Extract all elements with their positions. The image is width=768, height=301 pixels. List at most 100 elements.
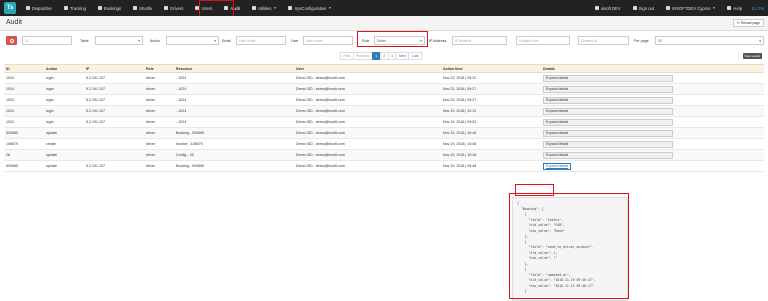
cell-resource: - 1024: [176, 76, 187, 80]
reload-page-button[interactable]: ↻ Reload page: [732, 19, 764, 27]
app-logo[interactable]: Ts: [4, 2, 16, 14]
user-filter-input[interactable]: User name: [303, 36, 353, 45]
cell-role: driver: [146, 142, 155, 146]
hide-results-button[interactable]: hide results: [742, 53, 762, 59]
user-icon: [594, 6, 599, 10]
chevron-down-icon: ▾: [138, 38, 140, 43]
expand-details-button[interactable]: Expand details: [543, 151, 673, 159]
created-from-input[interactable]: Created from: [516, 36, 570, 45]
col-header-action[interactable]: Action: [44, 65, 84, 72]
nav-item-bookings[interactable]: Bookings: [92, 0, 127, 16]
chevron-down-icon: ▾: [759, 38, 761, 43]
nav-item-utilities[interactable]: Utilities ▼: [246, 0, 282, 16]
table-row: 1024 login 5.2.191.107 driver - 1024 Demo ISD…: [4, 84, 764, 95]
created-to-input[interactable]: Created to: [578, 36, 629, 45]
cell-id: 1024: [6, 98, 14, 102]
bus-icon: [133, 6, 138, 10]
expand-details-button[interactable]: Expand details: [543, 118, 673, 126]
cell-user: Demo ISD - demo@insoft.com: [296, 142, 345, 146]
pagination-first[interactable]: First: [340, 52, 354, 60]
cell-time: Nov 19, 2018 | 10:46: [443, 153, 477, 157]
cell-action: login: [46, 120, 54, 124]
nav-sign-out[interactable]: Sign out: [627, 0, 660, 16]
nav-item-tracking[interactable]: Tracking: [58, 0, 92, 16]
cell-details: Expand details: [541, 150, 764, 160]
per-page-select[interactable]: 20 ▾: [655, 36, 764, 45]
col-header-ip[interactable]: IP: [84, 65, 144, 72]
cell-id: 1024: [6, 87, 14, 91]
cell-details: Expand details: [541, 161, 764, 171]
col-header-action-time[interactable]: Action time: [441, 65, 541, 72]
cell-ip: [84, 128, 144, 138]
per-page-label: Per page: [634, 38, 649, 43]
cell-role: driver: [146, 76, 155, 80]
cell-ip: 5.2.191.107: [86, 120, 105, 124]
cell-role: driver: [146, 164, 155, 168]
monitor-icon: [26, 6, 30, 10]
cell-action: update: [46, 131, 57, 135]
cell-user: Demo ISD - demo@insoft.com: [296, 87, 345, 91]
col-header-resource[interactable]: Resource: [174, 65, 294, 72]
nav-item-shuttle[interactable]: Shuttle: [127, 0, 158, 16]
expand-details-button[interactable]: Expand details: [543, 129, 673, 137]
id-filter-input[interactable]: ID: [22, 36, 72, 45]
cell-user: Demo ISD - demo@insoft.com: [296, 109, 345, 113]
table-row: 26 update driver Config - 26 Demo ISD - demo…: [4, 150, 764, 161]
help-icon: [727, 6, 732, 10]
expand-details-button[interactable]: Expand details: [543, 96, 673, 104]
nav-user-profile[interactable]: insoft DEV: [589, 0, 627, 16]
email-filter-input[interactable]: User email: [236, 36, 286, 45]
language-switch[interactable]: EL EN: [748, 6, 768, 11]
cell-ip: 5.2.191.107: [86, 98, 105, 102]
pagination-next[interactable]: Next: [395, 52, 410, 60]
expand-details-button[interactable]: Expand details: [543, 107, 673, 115]
highlight-role-filter: [357, 31, 428, 47]
nav-item-drivers[interactable]: Drivers: [158, 0, 189, 16]
cell-action: update: [46, 164, 57, 168]
cell-id: 106679: [6, 142, 18, 146]
cell-ip: [84, 150, 144, 160]
cell-resource: Booking - 593665: [176, 131, 205, 135]
expand-details-button[interactable]: Expand details: [543, 162, 572, 170]
cell-details: Expand details: [541, 117, 764, 127]
cell-time: Nov 19, 2018 | 10:12: [443, 109, 477, 113]
cell-resource: - 1024: [176, 109, 187, 113]
nav-item-sysconfiguration[interactable]: SysConfiguration ▼: [282, 0, 337, 16]
pagination-previous[interactable]: Previous: [352, 52, 373, 60]
cell-ip: 5.2.191.107: [86, 164, 105, 168]
cell-resource: - 1024: [176, 98, 187, 102]
wrench-icon: [251, 6, 256, 10]
cell-action: update: [46, 153, 57, 157]
cell-time: Nov 22, 2018 | 09:22: [443, 76, 477, 80]
table-filter-select[interactable]: ▾: [95, 36, 143, 45]
ip-filter-input[interactable]: IP Address: [452, 36, 507, 45]
cell-resource: Config - 26: [176, 153, 194, 157]
nav-company[interactable]: INSOFTDEV Cyprus ▼: [660, 0, 721, 16]
cell-details: Expand details: [541, 128, 764, 138]
audit-table: ID Action IP Role Resource User Action t…: [4, 64, 764, 172]
expand-details-button[interactable]: Expand details: [543, 74, 673, 82]
action-filter-select[interactable]: ▾: [166, 36, 219, 45]
col-header-role[interactable]: Role: [144, 65, 174, 72]
chevron-down-icon: ▾: [214, 38, 216, 43]
cell-ip: [84, 139, 144, 149]
nav-help[interactable]: Help: [721, 0, 748, 16]
col-header-id[interactable]: ID: [4, 65, 44, 72]
pagination-last[interactable]: Last: [408, 52, 422, 60]
table-row: 1024 login 5.2.191.107 driver - 1024 Demo ISD…: [4, 73, 764, 84]
book-icon: [97, 6, 102, 10]
cell-user: Demo ISD - demo@insoft.com: [296, 153, 345, 157]
map-pin-icon: [64, 6, 69, 10]
expand-details-button[interactable]: Expand details: [543, 85, 673, 93]
nav-item-dispatcher[interactable]: Dispatcher: [20, 0, 58, 16]
cell-role: driver: [146, 153, 155, 157]
cell-ip: 5.2.191.107: [86, 87, 105, 91]
cell-role: driver: [146, 131, 155, 135]
table-filter-label: Table: [80, 38, 89, 43]
search-button[interactable]: [6, 36, 17, 45]
expand-details-button[interactable]: Expand details: [543, 140, 673, 148]
col-header-user[interactable]: User: [294, 65, 441, 72]
cell-action: login: [46, 98, 54, 102]
pagination: First Previous 1 2 3 Next Last: [340, 52, 422, 60]
cell-id: 1024: [6, 120, 14, 124]
